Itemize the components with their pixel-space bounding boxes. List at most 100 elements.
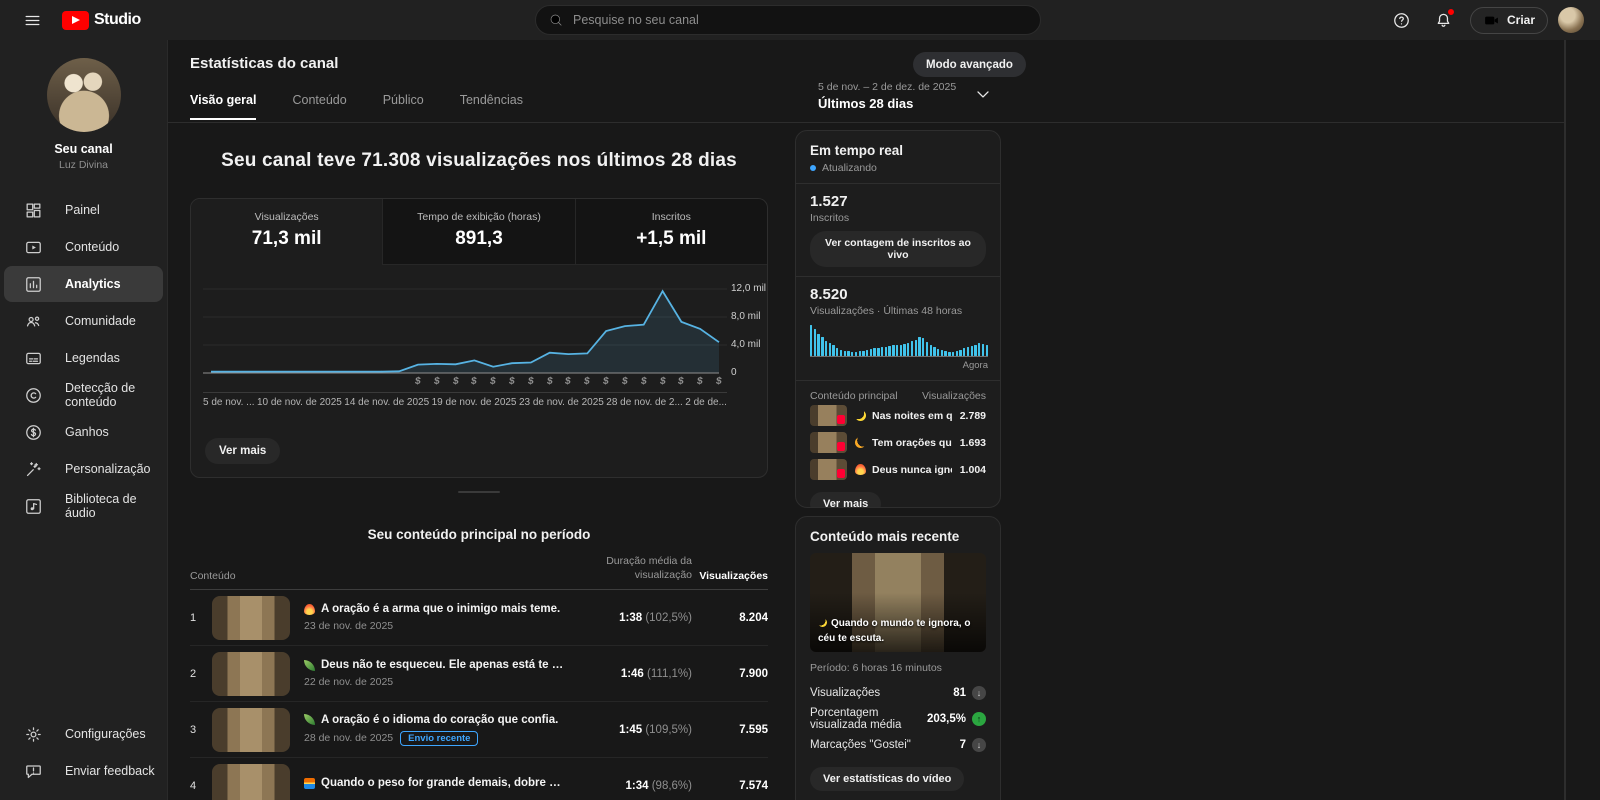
metric-tab-visualiza-es[interactable]: Visualizações 71,3 mil [191, 199, 383, 265]
realtime-item-title: Deus nunca ignora u... [855, 464, 952, 476]
see-more-button[interactable]: Ver mais [205, 438, 281, 464]
y-tick-label: 0 [731, 367, 737, 378]
realtime-bar [978, 343, 981, 356]
video-text: Deus não te esqueceu. Ele apenas está te… [290, 659, 574, 688]
notifications-icon[interactable] [1428, 4, 1460, 36]
video-thumbnail [212, 651, 290, 696]
sidebar-item-personalizacao[interactable]: Personalização [4, 451, 163, 487]
realtime-bar [810, 325, 813, 356]
x-tick-label: 2 de de... [685, 397, 727, 408]
sidebar-item-configuracoes[interactable]: Configurações [4, 716, 163, 752]
earnings-icon [24, 423, 43, 442]
realtime-bar [974, 344, 977, 356]
metric-tab-tempo-de-exibi-o-horas-[interactable]: Tempo de exibição (horas) 891,3 [382, 199, 575, 265]
monetization-dollar-icon: $ [451, 376, 459, 387]
customization-icon [24, 460, 43, 479]
sidebar-item-label: Detecção de conteúdo [65, 381, 136, 409]
sidebar-item-enviar-feedback[interactable]: Enviar feedback [4, 753, 163, 789]
sprout-icon [304, 659, 315, 671]
scrollbar[interactable] [1564, 40, 1566, 800]
realtime-content-item[interactable]: Tem orações que voc... 1.693 [810, 429, 986, 456]
duration-percent: (98,6%) [651, 779, 692, 792]
sidebar-item-label: Painel [65, 203, 100, 217]
views-value: 7.900 [739, 667, 768, 680]
tab-conte-do[interactable]: Conteúdo [292, 93, 346, 120]
tab-p-blico[interactable]: Público [383, 93, 424, 120]
x-tick-label: 28 de nov. de 2... [606, 397, 683, 408]
row-rank: 2 [190, 667, 197, 680]
sidebar-item-biblioteca-de-audio[interactable]: Biblioteca de áudio [4, 488, 163, 524]
realtime-card: Em tempo real Atualizando 1.527 Inscrito… [795, 130, 1001, 508]
video-text: A oração é a arma que o inimigo mais tem… [290, 603, 574, 632]
realtime-bar [970, 345, 973, 356]
realtime-content-item[interactable]: Deus nunca ignora u... 1.004 [810, 456, 986, 483]
sprout-icon [304, 714, 315, 726]
sidebar-item-deteccao-de-conteudo[interactable]: Detecção de conteúdo [4, 377, 163, 413]
sidebar-item-painel[interactable]: Painel [4, 192, 163, 228]
column-views[interactable]: Visualizações [692, 570, 768, 582]
latest-video-thumbnail[interactable]: Quando o mundo te ignora, o céu te escut… [810, 553, 986, 652]
duration-value: 1:34 [625, 779, 652, 792]
tab-tend-ncias[interactable]: Tendências [460, 93, 523, 120]
advanced-mode-button[interactable]: Modo avançado [913, 52, 1026, 77]
realtime-bar [832, 345, 835, 356]
table-row[interactable]: 2 Deus não te esqueceu. Ele apenas está t… [190, 646, 768, 703]
live-subscriber-count-button[interactable]: Ver contagem de inscritos ao vivo [810, 231, 986, 267]
realtime-bar [866, 349, 869, 356]
realtime-bar [813, 329, 817, 356]
sidebar-footer: Configurações Enviar feedback [0, 715, 167, 800]
account-avatar[interactable] [1558, 7, 1584, 33]
hamburger-menu-icon[interactable] [16, 4, 48, 36]
realtime-bar [873, 347, 876, 356]
sidebar-item-ganhos[interactable]: Ganhos [4, 414, 163, 450]
create-button-label: Criar [1506, 13, 1535, 27]
realtime-bar [884, 346, 888, 356]
metric-tab-inscritos[interactable]: Inscritos +1,5 mil [574, 199, 767, 265]
table-row[interactable]: 4 Quando o peso for grande demais, dobre … [190, 758, 768, 800]
video-title-text: A oração é o idioma do coração que confi… [321, 713, 559, 726]
video-analytics-button[interactable]: Ver estatísticas do vídeo [810, 767, 965, 791]
sidebar-item-legendas[interactable]: Legendas [4, 340, 163, 376]
realtime-see-more-button[interactable]: Ver mais [810, 492, 882, 507]
date-range-selector[interactable]: 5 de nov. – 2 de dez. de 2025 Últimos 28… [818, 81, 993, 111]
monetization-dollar-icon: $ [658, 376, 666, 387]
x-tick-label: 19 de nov. de 2025 [431, 397, 517, 408]
table-row[interactable]: 1 A oração é a arma que o inimigo mais te… [190, 590, 768, 647]
row-rank: 1 [190, 611, 197, 624]
help-icon[interactable] [1386, 4, 1418, 36]
channel-subtitle: Luz Divina [58, 159, 109, 171]
x-tick-label: 23 de nov. de 2025 [518, 397, 604, 408]
audio-library-icon [24, 497, 43, 516]
monetization-dollar-icon: $ [715, 376, 723, 387]
metric-value: 71,3 mil [251, 228, 322, 249]
sidebar-item-conteudo[interactable]: Conteúdo [4, 229, 163, 265]
card-divider [796, 380, 1000, 381]
metric-label: Tempo de exibição (horas) [417, 211, 541, 223]
table-row[interactable]: 3 A oração é o idioma do coração que conf… [190, 702, 768, 759]
create-button[interactable]: Criar [1469, 6, 1548, 34]
realtime-content-item[interactable]: Nas noites em que o ... 2.789 [810, 402, 986, 429]
channel-avatar[interactable] [46, 58, 121, 132]
duration-value: 1:45 [619, 723, 646, 736]
right-rail: Em tempo real Atualizando 1.527 Inscrito… [795, 130, 1001, 800]
search-input[interactable] [573, 13, 1028, 27]
tab-vis-o-geral[interactable]: Visão geral [190, 93, 257, 120]
x-tick-label: 10 de nov. de 2025 [256, 397, 342, 408]
sidebar-nav: Painel Conteúdo Analytics Comunidade Legenda… [0, 191, 167, 525]
monetization-dollar-icon: $ [489, 376, 497, 387]
card-divider [796, 276, 1000, 277]
video-title: Quando o peso for grande demais, dobre o… [304, 777, 564, 789]
column-avg-duration: Duração média da visualização [606, 555, 692, 581]
shorts-badge-icon [837, 415, 845, 424]
column-content: Conteúdo [190, 570, 236, 583]
moon-icon [818, 618, 827, 627]
sidebar-item-label: Enviar feedback [65, 764, 155, 778]
realtime-item-title: Tem orações que voc... [855, 436, 952, 449]
sidebar-item-comunidade[interactable]: Comunidade [4, 303, 163, 339]
realtime-bar [851, 351, 854, 356]
youtube-studio-logo[interactable]: Studio [62, 10, 141, 30]
video-date-line: 22 de nov. de 2025 [304, 676, 564, 688]
monetization-dollar-icon: $ [564, 376, 572, 387]
sidebar-item-analytics[interactable]: Analytics [4, 266, 163, 302]
search-bar[interactable] [535, 5, 1041, 35]
